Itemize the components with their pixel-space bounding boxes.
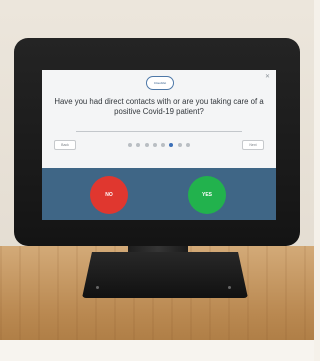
progress-dot-active [169, 142, 174, 147]
close-icon[interactable]: ✕ [265, 74, 270, 80]
back-button[interactable]: Back [54, 140, 76, 150]
question-text: Have you had direct contacts with or are… [54, 97, 264, 116]
kiosk-screen: CloudVet ✕ Have you had direct contacts … [42, 70, 276, 220]
progress-dot [177, 142, 182, 147]
base-bolt-right [228, 286, 231, 289]
no-button[interactable]: NO [90, 176, 128, 214]
progress-dot [152, 142, 157, 147]
progress-dot [136, 142, 141, 147]
progress-dot [185, 142, 190, 147]
screen-answer-panel [42, 168, 276, 220]
yes-button[interactable]: YES [188, 176, 226, 214]
progress-dot [161, 142, 166, 147]
progress-dot [144, 142, 149, 147]
floor-edge [0, 340, 314, 361]
cloud-logo-icon: CloudVet [146, 76, 174, 90]
kiosk-stand-base [82, 252, 248, 298]
base-bolt-left [96, 286, 99, 289]
progress-dot [128, 142, 132, 147]
next-button[interactable]: Next [242, 140, 264, 150]
progress-dots [128, 142, 190, 147]
divider [76, 131, 242, 132]
